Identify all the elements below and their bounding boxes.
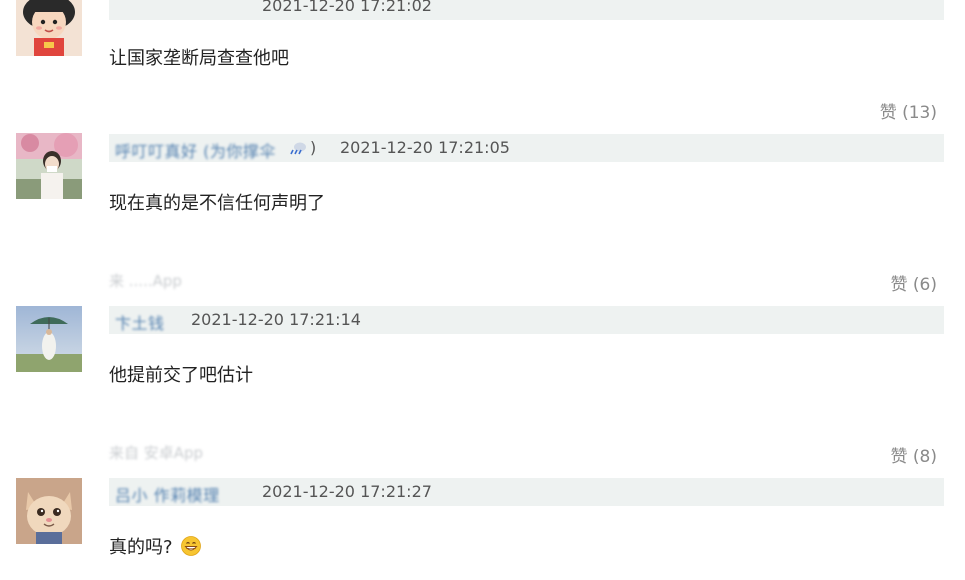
photo-avatar-icon <box>16 133 82 199</box>
comment-meta-bar: 吕小 作莉模理 2021-12-20 17:21:27 <box>109 478 944 506</box>
comment-feed: 2021-12-20 17:21:02 让国家垄断局查查他吧 赞 (13) 呼叮… <box>0 0 965 580</box>
comment-source: 来自 安卓App <box>109 444 204 462</box>
comment-text: 真的吗? <box>109 537 173 558</box>
user-avatar[interactable] <box>16 0 82 56</box>
comment-meta-bar: 卞土钱 2021-12-20 17:21:14 <box>109 306 944 334</box>
comment-text: 现在真的是不信任何声明了 <box>109 193 325 214</box>
comment-meta-bar: 2021-12-20 17:21:02 <box>109 0 944 20</box>
cartoon-girl-avatar-icon <box>16 0 82 56</box>
painting-avatar-icon <box>16 306 82 372</box>
comment-timestamp: 2021-12-20 17:21:05 <box>340 138 510 157</box>
username-link[interactable]: 呼叮叮真好 (为你撑伞 <box>115 138 276 162</box>
comment-text-row: 真的吗? <box>109 533 201 559</box>
user-avatar[interactable] <box>16 133 82 199</box>
comment-text: 他提前交了吧估计 <box>109 365 253 386</box>
like-button[interactable]: 赞 (8) <box>891 442 937 467</box>
comment-source: 来 .....App <box>109 272 182 290</box>
username-link[interactable]: 吕小 作莉模理 <box>115 482 220 506</box>
comment-meta-bar: 呼叮叮真好 (为你撑伞 ) 2021-12-20 17:21:05 <box>109 134 944 162</box>
like-button[interactable]: 赞 (6) <box>891 270 937 295</box>
grinning-emoji-icon <box>180 536 201 556</box>
comment-text: 让国家垄断局查查他吧 <box>109 48 289 69</box>
like-button[interactable]: 赞 (13) <box>880 98 937 123</box>
user-avatar[interactable] <box>16 478 82 544</box>
cat-avatar-icon <box>16 478 82 544</box>
comment-timestamp: 2021-12-20 17:21:14 <box>191 310 361 329</box>
user-avatar[interactable] <box>16 306 82 372</box>
username-link[interactable]: 卞土钱 <box>115 310 165 334</box>
username-suffix: ) <box>310 138 317 157</box>
comment-timestamp: 2021-12-20 17:21:02 <box>262 0 432 15</box>
weather-icon <box>289 140 307 155</box>
comment-timestamp: 2021-12-20 17:21:27 <box>262 482 432 501</box>
